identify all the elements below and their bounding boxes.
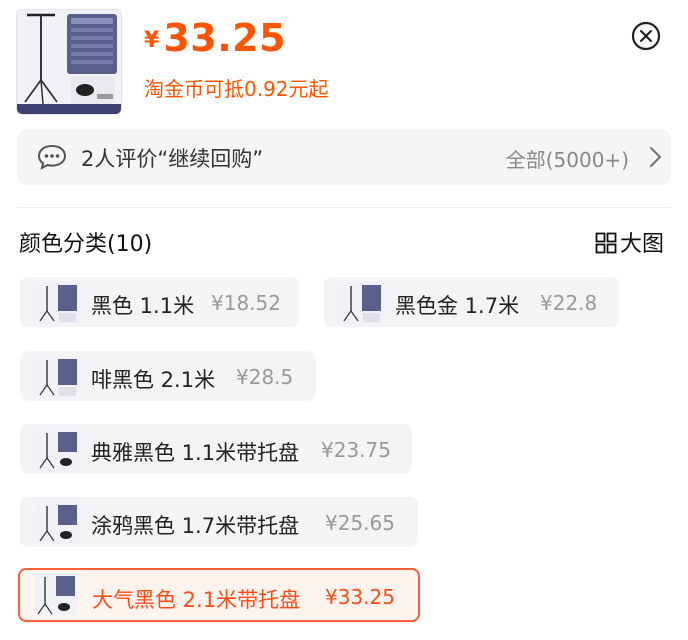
big-view-label: 大图 (620, 232, 665, 257)
variant-option[interactable]: 典雅黑色 1.1米带托盘 ¥23.75 (20, 424, 412, 474)
variant-option[interactable]: 黑色金 1.7米 ¥22.8 (324, 277, 619, 327)
chat-bubble-icon (37, 144, 67, 174)
price-value: 33.25 (163, 16, 287, 60)
big-view-button[interactable]: 大图 (595, 226, 664, 260)
chevron-right-icon (647, 145, 663, 173)
variant-name: 典雅黑色 1.1米带托盘 (91, 441, 300, 465)
product-price: ¥33.25 (144, 16, 286, 60)
variant-price: ¥28.5 (236, 365, 294, 389)
close-circle-icon (631, 21, 661, 51)
currency-symbol: ¥ (144, 28, 160, 53)
section-divider (17, 207, 671, 208)
grid-view-icon (595, 232, 617, 260)
variant-thumbnail (37, 502, 79, 544)
variant-option-selected[interactable]: 大气黑色 2.1米带托盘 ¥33.25 (18, 568, 420, 622)
variant-price: ¥22.8 (540, 291, 598, 315)
variant-thumbnail (37, 429, 79, 471)
variant-thumbnail (341, 282, 383, 324)
close-button[interactable] (630, 20, 662, 52)
variant-section-title: 颜色分类(10) (19, 232, 153, 257)
variant-name: 黑色金 1.7米 (395, 294, 520, 318)
variant-price: ¥25.65 (325, 511, 395, 535)
variant-thumbnail (35, 573, 77, 615)
variant-thumbnail (37, 282, 79, 324)
review-summary-bar[interactable]: 2人评价“继续回购” 全部(5000+) (17, 129, 671, 185)
variant-name: 大气黑色 2.1米带托盘 (92, 588, 301, 612)
variant-option[interactable]: 涂鸦黑色 1.7米带托盘 ¥25.65 (20, 497, 418, 547)
tripod-stand-image (17, 10, 121, 114)
product-image[interactable] (16, 9, 122, 115)
variant-price: ¥33.25 (325, 585, 395, 609)
variant-thumbnail (37, 356, 79, 398)
variant-name: 黑色 1.1米 (91, 294, 195, 318)
coin-discount-text: 淘金币可抵0.92元起 (144, 77, 329, 101)
review-summary-text: 2人评价“继续回购” (81, 147, 264, 171)
variant-option[interactable]: 啡黑色 2.1米 ¥28.5 (20, 351, 316, 401)
variant-name: 啡黑色 2.1米 (91, 368, 216, 392)
variant-name: 涂鸦黑色 1.7米带托盘 (91, 514, 300, 538)
variant-price: ¥18.52 (211, 291, 281, 315)
variant-option[interactable]: 黑色 1.1米 ¥18.52 (20, 277, 299, 327)
variant-price: ¥23.75 (321, 438, 391, 462)
all-reviews-link[interactable]: 全部(5000+) (506, 144, 629, 173)
